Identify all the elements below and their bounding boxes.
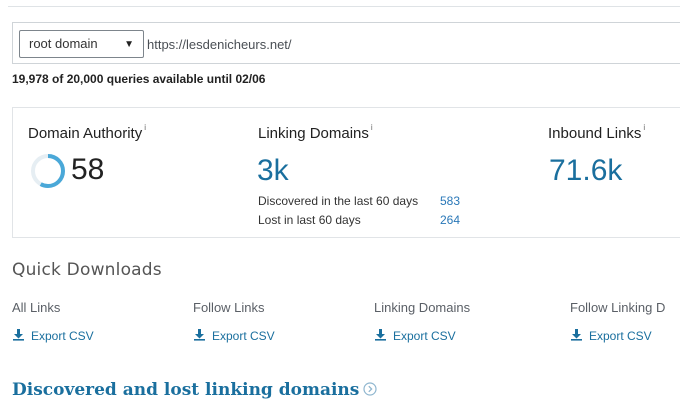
download-icon: [571, 329, 582, 341]
export-csv-button[interactable]: Export CSV: [374, 328, 470, 343]
download-label: All Links: [12, 300, 61, 315]
linking-domains-label: Linking Domains: [258, 125, 369, 142]
export-csv-label: Export CSV: [31, 329, 94, 343]
top-divider: [8, 6, 680, 7]
url-input[interactable]: [147, 30, 667, 58]
lost-label: Lost in last 60 days: [258, 213, 361, 227]
scope-select[interactable]: root domain ▼: [19, 30, 144, 58]
download-linking-domains: Linking Domains Export CSV: [374, 300, 470, 343]
domain-authority-title: Domain Authority i: [28, 123, 146, 142]
quick-downloads-title: Quick Downloads: [12, 260, 162, 280]
download-icon: [194, 329, 205, 341]
info-icon[interactable]: i: [371, 123, 373, 132]
inbound-links-title: Inbound Links i: [548, 123, 645, 142]
export-csv-label: Export CSV: [589, 329, 652, 343]
download-label: Linking Domains: [374, 300, 471, 315]
caret-down-icon: ▼: [124, 39, 134, 50]
download-label: Follow Linking D: [570, 300, 666, 315]
scope-select-value: root domain: [29, 36, 98, 51]
download-follow-linking-domains: Follow Linking D Export CSV: [570, 300, 665, 343]
lost-count[interactable]: 264: [440, 213, 460, 227]
download-label: Follow Links: [193, 300, 265, 315]
search-bar: root domain ▼: [12, 22, 680, 64]
linking-domains-title: Linking Domains i: [258, 123, 373, 142]
export-csv-label: Export CSV: [212, 329, 275, 343]
export-csv-label: Export CSV: [393, 329, 456, 343]
domain-authority-label: Domain Authority: [28, 125, 143, 142]
discovered-label: Discovered in the last 60 days: [258, 194, 419, 208]
inbound-links-value: 71.6k: [549, 154, 623, 187]
discovered-row: Discovered in the last 60 days 583: [258, 194, 460, 208]
inbound-links-label: Inbound Links: [548, 125, 642, 142]
export-csv-button[interactable]: Export CSV: [12, 328, 94, 343]
download-icon: [375, 329, 386, 341]
download-icon: [13, 329, 24, 341]
domain-authority-ring: [31, 154, 65, 188]
export-csv-button[interactable]: Export CSV: [570, 328, 665, 343]
domain-authority-value: 58: [71, 153, 105, 186]
info-icon[interactable]: i: [643, 123, 645, 132]
circle-arrow-right-icon: [363, 382, 377, 396]
info-icon[interactable]: i: [144, 123, 146, 132]
discovered-count[interactable]: 583: [440, 194, 460, 208]
download-follow-links: Follow Links Export CSV: [193, 300, 275, 343]
download-all-links: All Links Export CSV: [12, 300, 94, 343]
lost-row: Lost in last 60 days 264: [258, 213, 460, 227]
discovered-lost-section-title[interactable]: Discovered and lost linking domains: [12, 380, 377, 400]
linking-domains-value: 3k: [257, 154, 289, 187]
quota-text: 19,978 of 20,000 queries available until…: [12, 72, 266, 86]
metrics-panel: Domain Authority i 58 Linking Domains i 3k…: [12, 107, 680, 238]
discovered-lost-label: Discovered and lost linking domains: [12, 380, 360, 400]
export-csv-button[interactable]: Export CSV: [193, 328, 275, 343]
